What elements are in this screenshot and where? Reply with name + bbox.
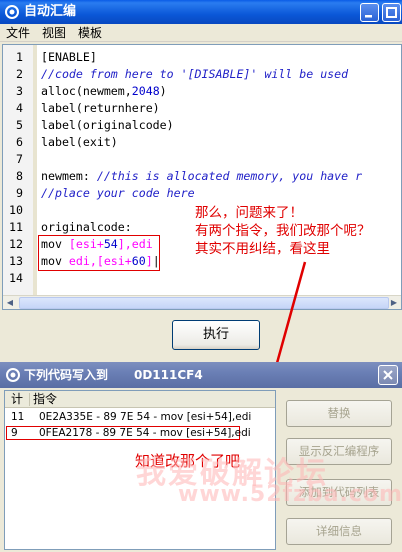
cheat-engine-icon <box>6 368 20 382</box>
table-row[interactable]: 9 0FEA2178 - 89 7E 54 - mov [esi+54],edi <box>5 425 251 441</box>
code-writes-dialog: 下列代码写入到 0D111CF4 计 指令 11 0E2A335E - 89 7… <box>0 362 402 552</box>
column-count[interactable]: 计 <box>11 391 23 407</box>
row-count: 11 <box>11 411 25 423</box>
close-button[interactable] <box>378 365 398 385</box>
dialog-title: 下列代码写入到 <box>24 368 109 382</box>
list-header: 计 指令 <box>5 391 275 408</box>
replace-button[interactable]: 替换 <box>286 400 392 427</box>
watermark-url: www.52fzba.com <box>178 482 402 507</box>
more-info-button[interactable]: 详细信息 <box>286 518 392 545</box>
close-icon <box>383 370 393 380</box>
column-instruction[interactable]: 指令 <box>33 391 57 407</box>
row-instruction: 0E2A335E - 89 7E 54 - mov [esi+54],edi <box>39 411 252 423</box>
row-instruction: 0FEA2178 - 89 7E 54 - mov [esi+54],edi <box>39 427 251 439</box>
dialog-title-bar[interactable]: 下列代码写入到 0D111CF4 <box>0 362 402 388</box>
row-count: 9 <box>11 427 18 439</box>
dialog-address: 0D111CF4 <box>134 368 203 382</box>
table-row[interactable]: 11 0E2A335E - 89 7E 54 - mov [esi+54],ed… <box>5 409 275 425</box>
